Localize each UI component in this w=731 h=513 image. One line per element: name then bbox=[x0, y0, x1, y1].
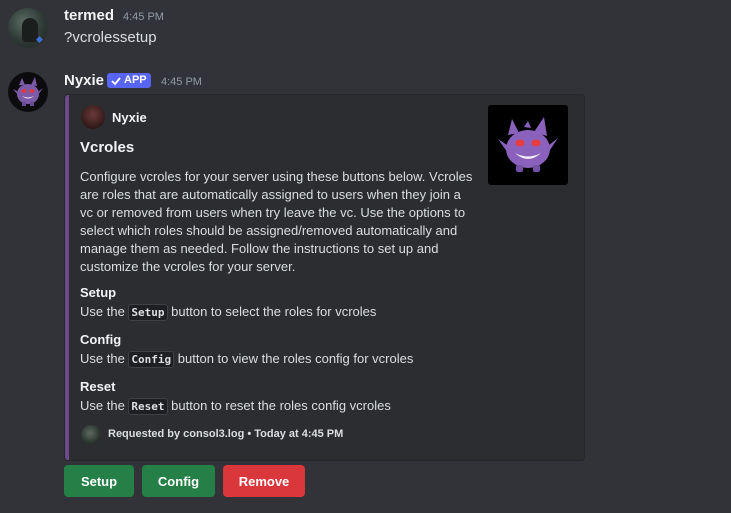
chat-view: termed 4:45 PM ?vcrolessetup Nyxie APP 4… bbox=[0, 0, 731, 513]
field-value-config: Use the Config button to view the roles … bbox=[80, 351, 414, 368]
timestamp: 4:45 PM bbox=[123, 11, 164, 23]
setup-button[interactable]: Setup bbox=[64, 465, 134, 497]
username-nyxie[interactable]: Nyxie bbox=[64, 72, 104, 89]
message-text: ?vcrolessetup bbox=[64, 29, 157, 46]
avatar-termed[interactable] bbox=[8, 8, 48, 48]
field-name-config: Config bbox=[80, 332, 122, 347]
avatar-nyxie[interactable] bbox=[8, 72, 48, 112]
embed-author-avatar bbox=[81, 105, 105, 129]
gengar-icon bbox=[13, 77, 43, 106]
field-name-setup: Setup bbox=[80, 285, 117, 300]
code-reset: Reset bbox=[128, 398, 168, 415]
config-button[interactable]: Config bbox=[142, 465, 215, 497]
embed-title: Vcroles bbox=[80, 139, 135, 156]
checkmark-icon bbox=[111, 76, 121, 85]
field-value-reset: Use the Reset button to reset the roles … bbox=[80, 398, 391, 415]
app-badge-label: APP bbox=[124, 74, 147, 86]
code-setup: Setup bbox=[128, 304, 168, 321]
embed-accent-bar bbox=[65, 95, 69, 460]
footer-avatar bbox=[81, 425, 101, 445]
field-name-reset: Reset bbox=[80, 379, 116, 394]
code-config: Config bbox=[128, 351, 175, 368]
timestamp: 4:45 PM bbox=[161, 76, 202, 88]
embed-thumbnail[interactable] bbox=[488, 105, 568, 185]
embed: Nyxie Vcroles Configure vcroles for your… bbox=[64, 94, 585, 461]
embed-author-name: Nyxie bbox=[112, 110, 147, 125]
field-value-setup: Use the Setup button to select the roles… bbox=[80, 304, 377, 321]
app-badge: APP bbox=[107, 73, 151, 88]
remove-button[interactable]: Remove bbox=[223, 465, 305, 497]
embed-footer: Requested by consol3.log • Today at 4:45… bbox=[108, 428, 344, 440]
gengar-icon bbox=[498, 117, 558, 172]
embed-description: Configure vcroles for your server using … bbox=[80, 169, 473, 274]
username-termed[interactable]: termed bbox=[64, 7, 114, 24]
